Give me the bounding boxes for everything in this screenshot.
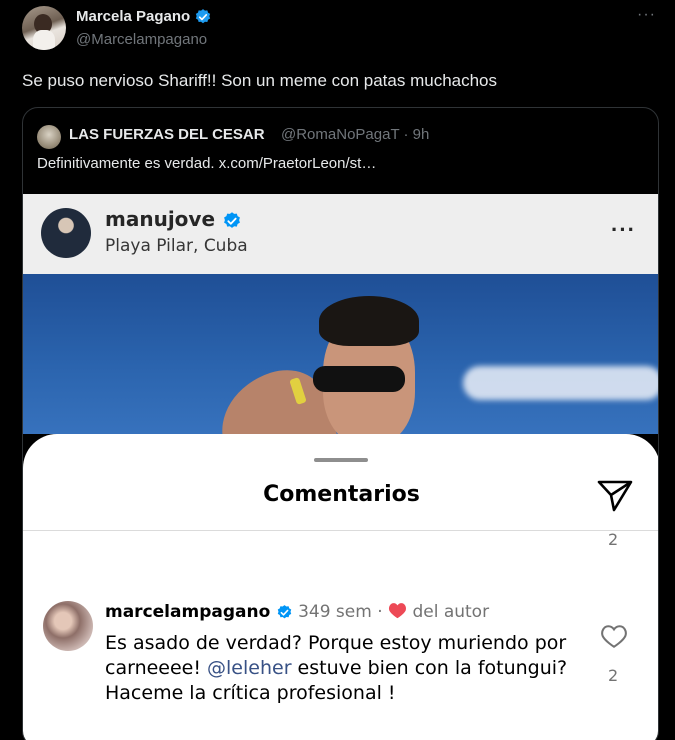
comment-username: marcelampagano — [105, 602, 271, 622]
ig-post-photo — [23, 274, 658, 434]
cloud-shape — [463, 366, 658, 400]
author-handle[interactable]: @Marcelampagano — [76, 31, 207, 48]
tweet-text: Se puso nervioso Shariff!! Son un meme c… — [22, 71, 498, 90]
comment-separator: · — [377, 602, 383, 622]
more-icon: ··· — [611, 217, 636, 242]
quote-author-name: LAS FUERZAS DEL CESAR — [69, 126, 265, 143]
comment-age: 349 sem — [298, 602, 372, 622]
sheet-divider — [23, 530, 658, 531]
verified-badge-icon — [277, 604, 291, 618]
quote-author-avatar — [37, 125, 61, 149]
ig-location: Playa Pilar, Cuba — [105, 236, 248, 256]
author-name-text[interactable]: Marcela Pagano — [76, 8, 190, 25]
verified-badge-icon — [224, 211, 240, 228]
comments-sheet: Comentarios 2 marcelampagano 349 sem · d… — [23, 434, 658, 740]
like-count: 2 — [608, 530, 619, 549]
author-like-label: del autor — [412, 602, 490, 622]
ig-username-text: manujove — [105, 207, 216, 231]
send-icon — [597, 480, 633, 512]
author-name[interactable]: Marcela Pagano — [76, 8, 212, 26]
quote-tweet-card[interactable]: LAS FUERZAS DEL CESAR @RomaNoPagaT · 9h … — [22, 107, 659, 740]
author-avatar[interactable] — [22, 6, 66, 50]
sheet-drag-handle — [314, 458, 368, 462]
comment-header: marcelampagano 349 sem · del autor — [105, 602, 489, 622]
hair-shape — [319, 296, 419, 346]
comment-mention: @leleher — [207, 657, 292, 679]
comment-text: Es asado de verdad? Porque estoy muriend… — [105, 631, 585, 706]
author-heart-icon — [389, 603, 407, 619]
comment-avatar — [43, 601, 93, 651]
comment-like-count: 2 — [608, 666, 619, 685]
instagram-screenshot-image[interactable]: manujove Playa Pilar, Cuba ··· Comentari… — [23, 194, 658, 740]
ig-username: manujove — [105, 207, 242, 231]
quote-text: Definitivamente es verdad. x.com/Praetor… — [37, 155, 377, 172]
sheet-title: Comentarios — [263, 482, 420, 507]
quote-author-meta: @RomaNoPagaT · 9h — [281, 126, 430, 143]
heart-icon — [601, 625, 627, 648]
more-icon[interactable]: ··· — [637, 6, 656, 24]
verified-badge-icon — [196, 9, 211, 24]
sunglasses-shape — [313, 366, 405, 392]
ig-post-header: manujove Playa Pilar, Cuba ··· — [23, 194, 658, 274]
ig-avatar — [41, 208, 91, 258]
